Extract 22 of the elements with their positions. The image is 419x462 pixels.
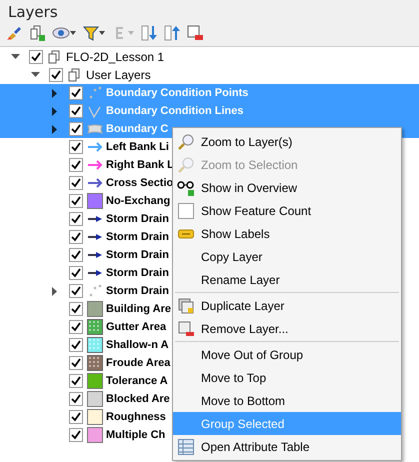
layer-name: Left Bank Li bbox=[106, 141, 169, 153]
layer-name: Boundary C bbox=[106, 123, 168, 135]
layer-name: Froude Area bbox=[106, 357, 170, 369]
layer-name: Multiple Ch bbox=[106, 429, 166, 441]
panel-title: Layers bbox=[7, 2, 59, 21]
layer-name: Boundary Condition Lines bbox=[106, 105, 244, 117]
layer-name: Cross Sectio bbox=[106, 177, 174, 189]
layer-name: Roughness bbox=[106, 411, 166, 423]
layer-name: Building Are bbox=[106, 303, 171, 315]
layer-name: User Layers bbox=[86, 68, 151, 82]
layer-name: Boundary Condition Points bbox=[106, 87, 248, 99]
layer-name: Gutter Area bbox=[106, 321, 166, 333]
layer-name: Storm Drain bbox=[106, 231, 169, 243]
layer-name: No-Exchang bbox=[106, 195, 170, 207]
layer-name: Storm Drain bbox=[106, 249, 169, 261]
layer-name: Blocked Are bbox=[106, 393, 170, 405]
layer-name: Shallow-n A bbox=[106, 339, 169, 351]
layer-name: Tolerance A bbox=[106, 375, 168, 387]
layer-name: Storm Drain bbox=[106, 285, 169, 297]
layer-name: FLO-2D_Lesson 1 bbox=[66, 50, 164, 64]
layer-name: Storm Drain bbox=[106, 267, 169, 279]
layer-name: Storm Drain bbox=[106, 213, 169, 225]
